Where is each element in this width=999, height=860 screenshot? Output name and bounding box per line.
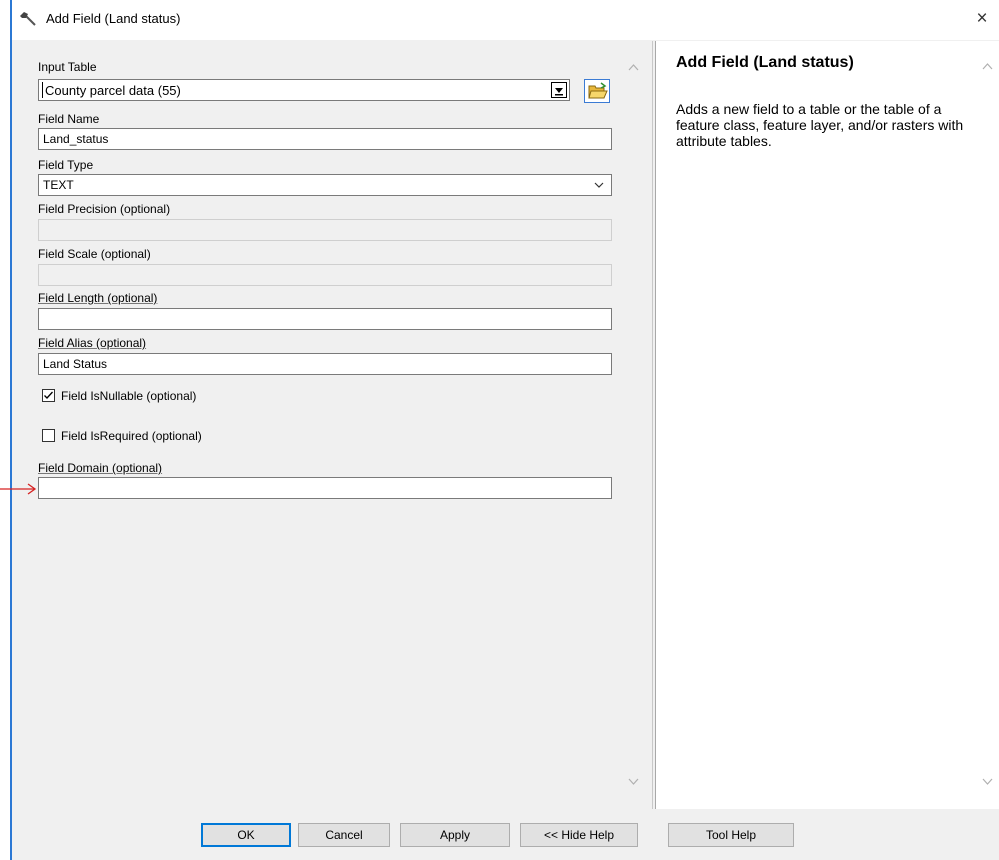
- browse-button[interactable]: [584, 79, 610, 103]
- ok-button[interactable]: OK: [201, 823, 291, 847]
- text-cursor: [42, 82, 43, 98]
- is-nullable-label[interactable]: Field IsNullable (optional): [61, 389, 196, 403]
- open-folder-icon: [588, 82, 608, 103]
- checkmark-icon: [44, 391, 53, 399]
- field-scale-label: Field Scale (optional): [38, 247, 151, 261]
- close-icon: ×: [976, 8, 988, 29]
- red-arrow-icon: [0, 482, 38, 499]
- field-type-value: TEXT: [43, 178, 74, 192]
- scroll-down-icon[interactable]: [625, 774, 642, 791]
- is-nullable-checkbox[interactable]: [42, 389, 55, 402]
- field-domain-label: Field Domain (optional): [38, 461, 163, 475]
- field-domain-input[interactable]: [38, 477, 612, 499]
- parameters-pane: [12, 41, 653, 809]
- input-table-select[interactable]: County parcel data (55): [38, 79, 570, 101]
- field-alias-input[interactable]: Land Status: [38, 353, 612, 375]
- close-button[interactable]: ×: [968, 6, 996, 32]
- field-name-label: Field Name: [38, 112, 100, 126]
- hammer-icon: [19, 10, 37, 28]
- field-length-label: Field Length (optional): [38, 291, 158, 305]
- title-bar[interactable]: Add Field (Land status) ×: [12, 0, 999, 41]
- field-length-input[interactable]: [38, 308, 612, 330]
- scroll-up-icon[interactable]: [625, 60, 642, 77]
- field-type-label: Field Type: [38, 158, 94, 172]
- help-scroll-down-icon[interactable]: [979, 774, 996, 791]
- field-alias-label: Field Alias (optional): [38, 336, 147, 350]
- tool-help-button[interactable]: Tool Help: [668, 823, 794, 847]
- field-type-select[interactable]: TEXT: [38, 174, 612, 196]
- input-table-label: Input Table: [38, 60, 97, 74]
- help-scroll-up-icon[interactable]: [979, 59, 996, 76]
- chevron-down-icon[interactable]: [593, 179, 605, 194]
- cancel-button[interactable]: Cancel: [298, 823, 390, 847]
- help-body: Adds a new field to a table or the table…: [676, 101, 964, 149]
- field-name-input[interactable]: Land_status: [38, 128, 612, 150]
- apply-button[interactable]: Apply: [400, 823, 510, 847]
- window-title: Add Field (Land status): [46, 11, 181, 26]
- field-scale-input: [38, 264, 612, 286]
- is-required-checkbox[interactable]: [42, 429, 55, 442]
- field-precision-label: Field Precision (optional): [38, 202, 171, 216]
- input-table-value: County parcel data (55): [45, 83, 181, 98]
- help-title: Add Field (Land status): [676, 54, 854, 71]
- hide-help-button[interactable]: << Hide Help: [520, 823, 638, 847]
- help-pane: Add Field (Land status) Adds a new field…: [655, 41, 999, 809]
- dropdown-arrow-icon[interactable]: [551, 82, 567, 98]
- field-precision-input: [38, 219, 612, 241]
- is-required-label[interactable]: Field IsRequired (optional): [61, 429, 202, 443]
